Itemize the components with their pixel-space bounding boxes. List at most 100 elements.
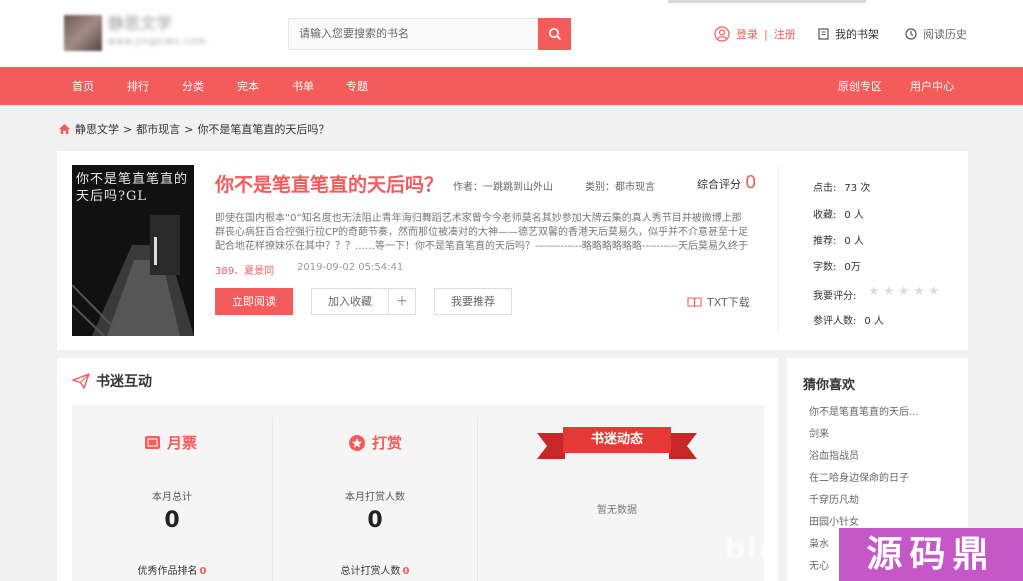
nav-home[interactable]: 首页 <box>72 78 94 94</box>
history-link[interactable]: 阅读历史 <box>905 26 967 42</box>
nav-original[interactable]: 原创专区 <box>838 78 882 94</box>
nav-finished[interactable]: 完本 <box>237 78 259 94</box>
search-button[interactable] <box>538 18 571 50</box>
stat-recs-value: 0 人 <box>844 236 864 247</box>
ribbon-right-tail <box>669 433 697 459</box>
reward-sub: 本月打赏人数 <box>345 492 405 503</box>
category-label: 类别： <box>585 182 615 193</box>
watermark-badge: 源码鼎 <box>839 528 1023 581</box>
stat-words: 字数: 0万 <box>813 258 861 273</box>
search-icon <box>548 28 561 41</box>
reward-star-icon <box>349 434 365 451</box>
nav-booklist[interactable]: 书单 <box>292 78 314 94</box>
stat-recs-label: 推荐: <box>813 236 837 247</box>
register-link[interactable]: 注册 <box>774 26 796 42</box>
author-label: 作者： <box>453 182 483 193</box>
interaction-title: 书迷互动 <box>96 374 152 390</box>
reward-total: 总计打赏人数 0 <box>273 562 477 577</box>
nav-category[interactable]: 分类 <box>182 78 204 94</box>
fan-dynamics-ribbon: 书迷动态 <box>537 425 697 459</box>
nav-rank[interactable]: 排行 <box>127 78 149 94</box>
ribbon-left-tail <box>537 433 565 459</box>
monthly-rank-value: 0 <box>199 566 207 577</box>
book-category: 类别：都市现言 <box>585 178 655 193</box>
clock-icon <box>905 28 917 40</box>
monthly-sub: 本月总计 <box>152 492 192 503</box>
list-item[interactable]: 你不是笔直笔直的天后... <box>809 406 964 428</box>
stat-raters-label: 参评人数: <box>813 316 857 327</box>
breadcrumb: 静思文学 > 都市现言 > 你不是笔直笔直的天后吗？ <box>58 121 329 137</box>
monthly-value: 0 <box>164 508 180 533</box>
watermark-ghost: blu <box>725 532 781 565</box>
list-item[interactable]: 在二哈身边保命的日子 <box>809 472 964 494</box>
monthly-ticket-col: 月票 本月总计 0 优秀作品排名 0 <box>72 417 273 581</box>
reward-col: 打赏 本月打赏人数 0 总计打赏人数 0 <box>273 417 478 581</box>
recommend-button[interactable]: 我要推荐 <box>434 288 512 315</box>
stat-favs-label: 收藏: <box>813 210 837 221</box>
txt-download-link[interactable]: TXT下载 <box>687 294 750 310</box>
book-description: 即使在国内根本“0”知名度也无法阻止青年海归舞蹈艺术家曾今今老师莫名其妙参加大牌… <box>215 213 749 252</box>
stat-words-value: 0万 <box>844 262 861 273</box>
login-link[interactable]: 登录 <box>736 26 758 42</box>
fan-interaction-panel: 书迷互动 月票 本月总计 0 优秀作品排名 0 打赏 本月打赏人数 0 总计打赏… <box>57 358 778 581</box>
star-icon[interactable]: ★ <box>883 285 896 298</box>
stat-words-label: 字数: <box>813 262 837 273</box>
cover-art <box>72 215 194 336</box>
book-score: 综合评分 0 <box>697 172 756 193</box>
book-cover[interactable]: 你不是笔直笔直的天后吗?GL <box>72 165 194 336</box>
site-logo-text[interactable]: 静思文学 www.jingsiwx.com <box>108 14 226 52</box>
main-nav: 首页 排行 分类 完本 书单 专题 原创专区 用户中心 <box>0 67 1023 105</box>
monthly-title: 月票 <box>144 432 197 453</box>
open-book-icon <box>687 296 702 307</box>
category-link[interactable]: 都市现言 <box>615 182 655 193</box>
stat-recs: 推荐: 0 人 <box>813 232 864 247</box>
monthly-rank: 优秀作品排名 0 <box>72 562 272 577</box>
ticket-icon <box>145 436 160 449</box>
login-sep: | <box>764 27 768 41</box>
score-label: 综合评分 <box>697 178 741 191</box>
user-icon <box>714 26 730 42</box>
site-logo-icon[interactable] <box>64 15 102 51</box>
book-author: 作者：一跳跳到山外山 <box>453 178 553 193</box>
stat-raters-value: 0 人 <box>864 316 884 327</box>
crumb-book: 你不是笔直笔直的天后吗？ <box>197 123 330 136</box>
site-url: www.jingsiwx.com <box>108 37 207 47</box>
reward-title-text: 打赏 <box>372 434 403 452</box>
search-input[interactable]: 请输入您要搜索的书名 <box>288 18 540 50</box>
add-shelf-plus-button[interactable]: + <box>388 288 416 315</box>
score-value: 0 <box>745 172 757 193</box>
book-info-panel: 你不是笔直笔直的天后吗?GL 你不是笔直笔直的天后吗？ 作者：一跳跳到山外山 类… <box>57 151 968 350</box>
panel-divider <box>778 165 779 333</box>
list-item[interactable]: 剑来 <box>809 428 964 450</box>
bookshelf-link[interactable]: 我的书架 <box>818 26 879 42</box>
star-icon[interactable]: ★ <box>868 285 881 298</box>
nav-user-center[interactable]: 用户中心 <box>910 78 954 94</box>
star-icon[interactable]: ★ <box>898 285 911 298</box>
txt-download-label: TXT下载 <box>707 296 750 309</box>
paper-plane-icon <box>72 373 90 389</box>
read-now-button[interactable]: 立即阅读 <box>215 288 293 315</box>
latest-chapter-link[interactable]: 389、夏景同 <box>215 262 274 277</box>
reward-total-label: 总计打赏人数 <box>340 566 401 577</box>
star-icon[interactable]: ★ <box>913 285 926 298</box>
list-item[interactable]: 千穿历凡劫 <box>809 494 964 516</box>
update-time: 2019-09-02 05:54:41 <box>297 262 404 273</box>
author-link[interactable]: 一跳跳到山外山 <box>483 182 553 193</box>
interaction-header: 书迷互动 <box>72 371 152 391</box>
dynamics-empty: 暂无数据 <box>597 505 637 516</box>
interaction-body: 月票 本月总计 0 优秀作品排名0 打赏 本月打赏人数 0 总计打赏人数0 <box>72 405 764 581</box>
guess-title: 猜你喜欢 <box>803 378 856 393</box>
stat-clicks: 点击: 73 次 <box>813 179 870 194</box>
nav-topic[interactable]: 专题 <box>346 78 368 94</box>
crumb-site[interactable]: 静思文学 <box>75 121 119 137</box>
add-favorite-button[interactable]: 加入收藏 <box>311 288 389 315</box>
stat-clicks-value: 73 次 <box>844 183 871 194</box>
fan-dynamics-title: 书迷动态 <box>563 427 671 453</box>
bookshelf-label: 我的书架 <box>835 28 879 41</box>
list-item[interactable]: 浴血指战员 <box>809 450 964 472</box>
star-icon[interactable]: ★ <box>928 285 941 298</box>
rating-stars[interactable]: ★ ★ ★ ★ ★ <box>868 285 941 298</box>
site-name: 静思文学 <box>108 14 173 33</box>
monthly-title-text: 月票 <box>167 434 198 452</box>
crumb-category[interactable]: 都市现言 <box>136 121 180 137</box>
